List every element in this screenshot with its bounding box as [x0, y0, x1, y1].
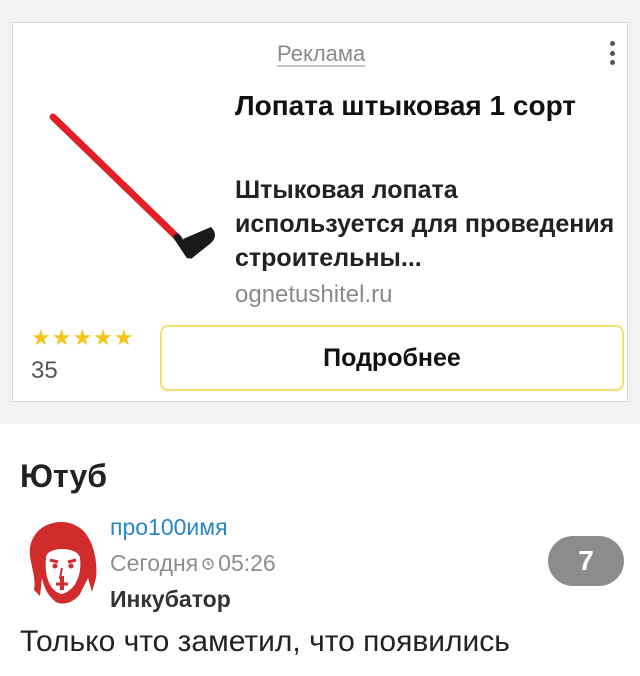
ad-description: Штыковая лопата используется для проведе… — [235, 176, 615, 272]
post-date: Сегодня — [110, 550, 199, 576]
post-rating-badge[interactable]: 7 — [548, 536, 624, 586]
ad-title[interactable]: Лопата штыковая 1 сорт — [235, 87, 615, 125]
shovel-image[interactable] — [39, 89, 229, 279]
kebab-menu-icon[interactable] — [605, 37, 619, 69]
star-rating: ★★★★★ — [31, 325, 135, 350]
post-meta: Сегодня 05:26 — [110, 550, 276, 577]
avatar[interactable] — [22, 518, 102, 608]
post-text: Только что заметил, что появились — [20, 625, 510, 658]
author-link[interactable]: про100имя — [110, 514, 228, 541]
clock-icon — [202, 557, 214, 570]
details-button[interactable]: Подробнее — [160, 325, 624, 391]
ad-domain[interactable]: ognetushitel.ru — [235, 281, 392, 309]
post-title[interactable]: Ютуб — [20, 458, 107, 495]
post-time: 05:26 — [218, 550, 276, 576]
ad-label: Реклама — [277, 41, 366, 66]
ad-card[interactable]: Реклама Лопата штыковая 1 сорт Штыковая … — [12, 22, 628, 402]
post-card: Ютуб про100имя Сегодня 05:26 Инкубатор 7… — [0, 424, 640, 676]
community-link[interactable]: Инкубатор — [110, 586, 231, 613]
rating-count: 35 — [31, 357, 58, 384]
